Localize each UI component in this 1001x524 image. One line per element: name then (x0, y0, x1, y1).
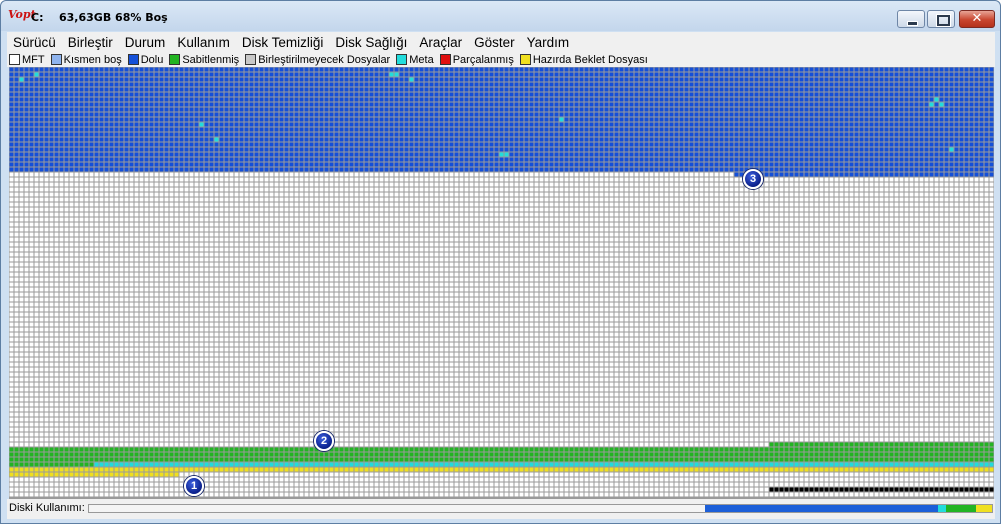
legend-partial: Kısmen boş (50, 53, 122, 66)
close-button[interactable]: ✕ (959, 10, 995, 28)
close-icon: ✕ (971, 11, 983, 26)
legend-swatch (439, 54, 451, 65)
legend-swatch (245, 54, 257, 65)
maximize-button[interactable] (927, 10, 955, 28)
callout-marker-2: 2 (314, 431, 334, 451)
usage-segment-hibernate (975, 505, 992, 512)
legend-fragmented: Parçalanmış (439, 53, 514, 66)
disk-usage-bar (88, 504, 993, 513)
status-bar: Diski Kullanımı: (7, 499, 995, 519)
menu-usage[interactable]: Kullanım (171, 35, 236, 50)
callout-marker-1: 1 (184, 476, 204, 496)
minimize-button[interactable] (897, 10, 925, 28)
menu-defrag[interactable]: Birleştir (62, 35, 119, 50)
callout-marker-3: 3 (743, 169, 763, 189)
minimize-icon (898, 11, 924, 27)
usage-segment-fixed (945, 505, 976, 512)
menu-help[interactable]: Yardım (521, 35, 576, 50)
free-space-label: 63,63GB 68% Boş (59, 11, 168, 24)
title-bar[interactable]: Vopt C: 63,63GB 68% Boş ✕ (1, 1, 1000, 31)
maximize-icon (928, 11, 954, 27)
menu-tools[interactable]: Araçlar (413, 35, 468, 50)
menu-disk-cleanup[interactable]: Disk Temizliği (236, 35, 330, 50)
legend-mft: MFT (9, 54, 45, 66)
usage-segment-used (704, 505, 938, 512)
legend-label: Dolu (140, 53, 164, 66)
legend-swatch (50, 54, 62, 65)
menu-disk-health[interactable]: Disk Sağlığı (329, 35, 413, 50)
disk-usage-label: Diski Kullanımı: (9, 502, 85, 514)
legend-swatch (169, 54, 181, 65)
legend-swatch (127, 54, 139, 65)
legend-label: Parçalanmış (452, 53, 514, 66)
legend-label: Hazırda Beklet Dosyası (532, 53, 648, 66)
legend-meta: Meta (396, 53, 434, 66)
defrag-window: Vopt C: 63,63GB 68% Boş ✕ Sürücü Birleşt… (0, 0, 1001, 524)
legend-full: Dolu (127, 53, 164, 66)
legend-swatch (396, 54, 408, 65)
disk-cluster-map[interactable] (9, 67, 994, 499)
legend-label: MFT (22, 53, 45, 66)
usage-segment-free (89, 505, 705, 512)
cluster-grid (9, 67, 994, 499)
menu-drive[interactable]: Sürücü (7, 35, 62, 50)
menu-view[interactable]: Göster (468, 35, 521, 50)
usage-segment-meta (937, 505, 946, 512)
legend-hibernate: Hazırda Beklet Dosyası (519, 53, 648, 66)
drive-letter: C: (31, 11, 44, 24)
legend: MFT Kısmen boş Dolu Sabitlenmiş Birleşti… (7, 52, 995, 67)
legend-label: Meta (409, 53, 434, 66)
legend-swatch (9, 54, 20, 65)
menu-bar: Sürücü Birleştir Durum Kullanım Disk Tem… (7, 32, 995, 52)
legend-label: Kısmen boş (63, 53, 122, 66)
legend-swatch (519, 54, 531, 65)
menu-status[interactable]: Durum (119, 35, 172, 50)
legend-unmovable: Birleştirilmeyecek Dosyalar (245, 54, 390, 66)
legend-label: Sabitlenmiş (182, 53, 240, 66)
legend-label: Birleştirilmeyecek Dosyalar (258, 53, 391, 66)
legend-fixed: Sabitlenmiş (169, 54, 239, 66)
